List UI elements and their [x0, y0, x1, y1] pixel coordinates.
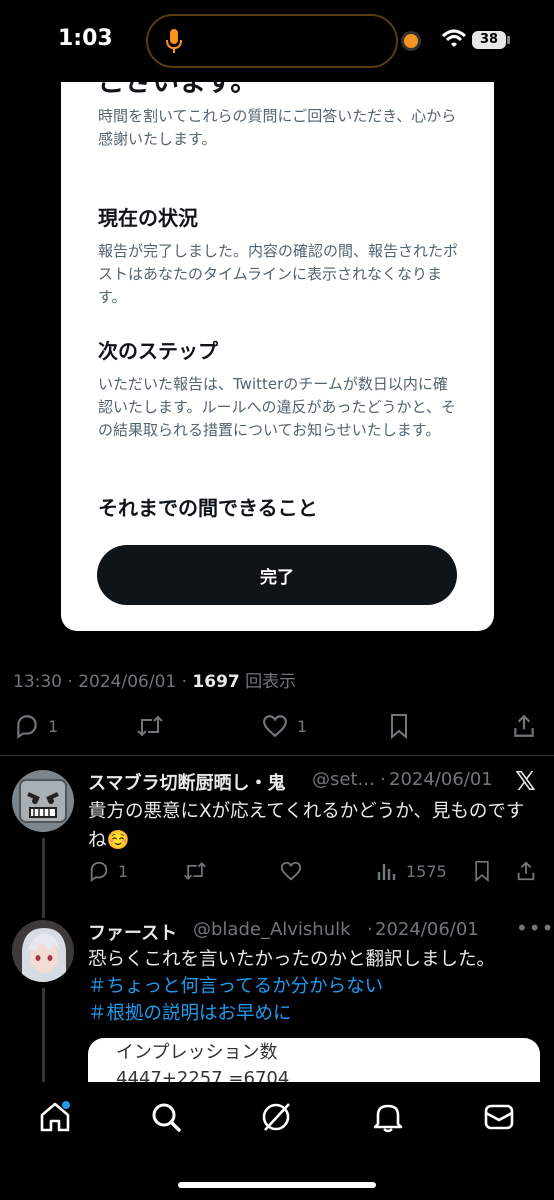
reply1-display-name[interactable]: スマブラ切断厨晒し・鬼	[88, 769, 285, 795]
repost-icon	[137, 715, 163, 737]
grok-icon[interactable]	[259, 1100, 293, 1134]
post-date: 2024/06/01	[78, 672, 177, 692]
dynamic-island	[146, 14, 398, 68]
status-bar: 1:03 38	[0, 0, 554, 82]
reply1-views-button[interactable]: 1575	[376, 860, 447, 882]
section-next-steps-title: 次のステップ	[98, 339, 218, 363]
thread-line	[42, 838, 45, 918]
reply-count: 1	[48, 716, 59, 736]
search-icon[interactable]	[149, 1100, 183, 1134]
reply-icon	[17, 715, 37, 739]
reply1-text: 貴方の悪意にXが応えてくれるかどうか、見ものですね☺️	[88, 801, 525, 851]
done-button: 完了	[97, 545, 457, 605]
home-icon[interactable]	[38, 1100, 72, 1134]
messages-icon[interactable]	[482, 1100, 516, 1134]
reply1-reply-count: 1	[118, 861, 129, 881]
reply1-views-count: 1575	[406, 861, 447, 881]
post-time: 13:30	[13, 672, 62, 692]
reply-button[interactable]: 1	[14, 712, 58, 740]
share-icon	[514, 714, 534, 737]
x-logo-icon: 𝕏	[515, 767, 536, 797]
card-intro: 時間を割いてこれらの質問にご回答いただき、心から感謝いたします。	[98, 107, 457, 148]
avatar[interactable]	[12, 770, 74, 832]
home-indicator	[178, 1182, 376, 1188]
reply1-like-button[interactable]	[280, 860, 302, 882]
microphone-icon	[166, 29, 182, 53]
reply2-separator: ·	[367, 919, 373, 940]
post-views-label: 回表示	[245, 672, 297, 692]
hashtag-link[interactable]: ＃根拠の説明はお早めに	[88, 999, 292, 1028]
reply1-separator: ·	[380, 769, 386, 790]
more-options-icon[interactable]: •••	[516, 916, 554, 940]
card-heading-cut: ございます。	[98, 82, 258, 98]
post-views-count: 1697	[192, 672, 240, 692]
hashtag-link[interactable]: ＃ちょっと何言ってるか分からない	[88, 972, 383, 1001]
notifications-bell-icon[interactable]	[371, 1100, 405, 1134]
bookmark-icon	[475, 861, 489, 882]
section-current-status-body: 報告が完了しました。内容の確認の間、報告されたポストはあなたのタイムラインに表示…	[98, 242, 459, 306]
recording-indicator-icon	[404, 34, 418, 48]
post-meta: 13:30 · 2024/06/01 · 1697 回表示	[13, 672, 297, 692]
section-current-status-title: 現在の状況	[98, 206, 198, 230]
thread-line	[42, 988, 45, 1082]
reply1-share-button[interactable]	[515, 860, 537, 882]
repost-icon	[184, 862, 206, 880]
section-next-steps-body: いただいた報告は、Twitterのチームが数日以内に確認いたします。ルールへの違…	[98, 375, 456, 439]
divider	[0, 755, 554, 756]
reply1-handle[interactable]: @set...	[312, 769, 375, 790]
battery-icon: 38	[472, 31, 506, 49]
reply2-display-name[interactable]: ファースト	[88, 919, 177, 945]
bookmark-button[interactable]	[387, 712, 411, 740]
report-confirmation-image[interactable]: ございます。 時間を割いてこれらの質問にご回答いただき、心から感謝いたします。 …	[61, 82, 494, 631]
analytics-icon	[377, 864, 396, 880]
share-button[interactable]	[511, 712, 537, 740]
reply1-repost-button[interactable]	[183, 860, 207, 882]
reply2-handle[interactable]: @blade_Alvishulk	[193, 919, 351, 940]
reply1-reply-button[interactable]: 1	[88, 860, 128, 882]
like-button[interactable]: 1	[261, 712, 307, 740]
wifi-icon	[442, 29, 466, 47]
like-count: 1	[297, 716, 308, 736]
avatar[interactable]	[12, 920, 74, 982]
thwomp-avatar-icon	[12, 770, 74, 832]
bookmark-icon	[391, 714, 407, 739]
reply-icon	[90, 861, 108, 882]
reply2-text: 恐らくこれを言いたかったのかと翻訳しました。	[88, 949, 496, 970]
reply1-date[interactable]: 2024/06/01	[389, 769, 493, 790]
share-icon	[517, 861, 535, 881]
attached-image-line1: インプレッション数	[116, 1042, 278, 1063]
anime-character-avatar-icon	[12, 920, 74, 982]
reply2-date[interactable]: 2024/06/01	[375, 919, 479, 940]
section-meanwhile-title: それまでの間できること	[98, 496, 318, 520]
reply1-bookmark-button[interactable]	[472, 860, 492, 882]
heart-icon	[263, 715, 287, 738]
heart-icon	[280, 861, 302, 881]
status-time: 1:03	[58, 26, 113, 51]
battery-cap	[507, 36, 510, 44]
repost-button[interactable]	[136, 712, 164, 740]
